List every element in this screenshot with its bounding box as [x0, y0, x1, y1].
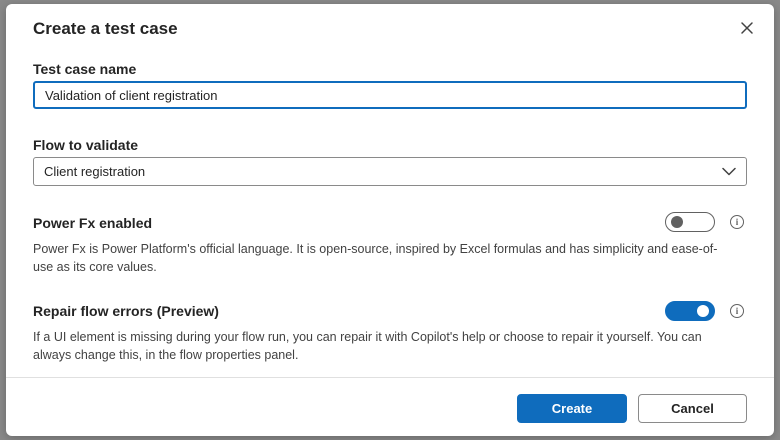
test-case-name-input[interactable] — [33, 81, 747, 109]
chevron-down-icon — [722, 167, 736, 176]
test-case-name-label: Test case name — [33, 61, 137, 77]
info-icon: i — [735, 216, 739, 227]
footer-divider — [6, 377, 774, 378]
repair-flow-info-button[interactable]: i — [730, 304, 744, 318]
flow-to-validate-dropdown[interactable]: Client registration — [33, 157, 747, 186]
dialog-title: Create a test case — [33, 19, 178, 38]
toggle-knob — [671, 216, 683, 228]
repair-flow-label: Repair flow errors (Preview) — [33, 303, 219, 319]
create-test-case-dialog: Create a test case Test case name Flow t… — [6, 4, 774, 436]
power-fx-toggle[interactable] — [665, 212, 715, 232]
flow-to-validate-selected: Client registration — [44, 164, 146, 179]
repair-flow-toggle[interactable] — [665, 301, 715, 321]
close-button[interactable] — [736, 17, 758, 39]
create-button[interactable]: Create — [517, 394, 627, 423]
power-fx-label: Power Fx enabled — [33, 215, 153, 231]
info-icon: i — [735, 305, 739, 316]
power-fx-info-button[interactable]: i — [730, 215, 744, 229]
close-icon — [741, 22, 753, 34]
repair-flow-description: If a UI element is missing during your f… — [33, 330, 702, 362]
flow-to-validate-label: Flow to validate — [33, 137, 139, 153]
toggle-knob — [697, 305, 709, 317]
cancel-button[interactable]: Cancel — [638, 394, 747, 423]
power-fx-description: Power Fx is Power Platform's official la… — [33, 242, 718, 274]
